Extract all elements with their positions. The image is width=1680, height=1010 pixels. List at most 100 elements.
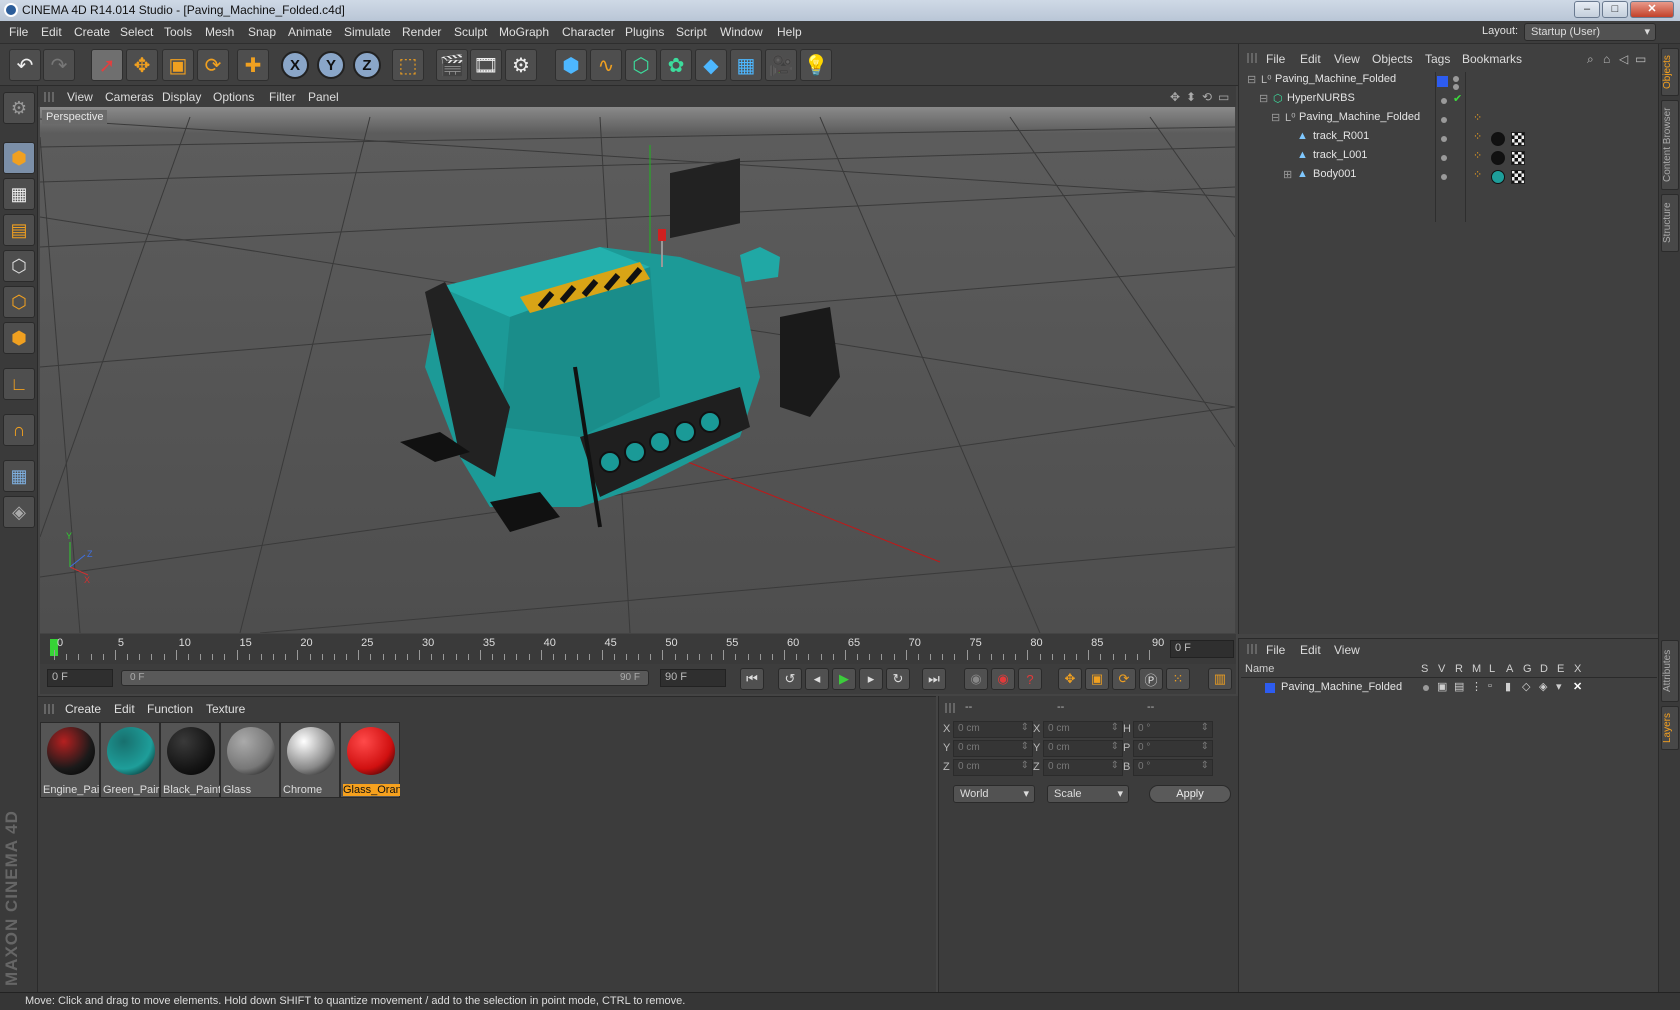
editor-visibility-dot[interactable] xyxy=(1441,98,1447,104)
editor-visibility-dot[interactable] xyxy=(1453,76,1459,82)
material-swatch[interactable]: Glass_Oran xyxy=(340,722,400,798)
axis-x-lock-button[interactable]: X xyxy=(281,51,309,79)
layer-color-swatch[interactable] xyxy=(1265,683,1275,693)
menu-help[interactable]: Help xyxy=(777,25,802,39)
menu-mograph[interactable]: MoGraph xyxy=(499,25,549,39)
material-menu-function[interactable]: Function xyxy=(147,702,193,716)
collapse-icon[interactable]: ⊟ xyxy=(1259,92,1268,105)
objects-menu-file[interactable]: File xyxy=(1266,52,1285,66)
layer-color-swatch[interactable] xyxy=(1437,76,1448,87)
preview-range-slider[interactable]: 0 F 90 F xyxy=(121,670,649,686)
coordinate-system-icon[interactable]: ⬚ xyxy=(392,49,424,81)
home-icon[interactable]: ⌂ xyxy=(1603,52,1610,66)
layer-view-icon[interactable]: ▣ xyxy=(1437,680,1447,693)
snap-icon[interactable]: ▦ xyxy=(3,460,35,492)
apply-button[interactable]: Apply xyxy=(1149,785,1231,803)
previous-frame-icon[interactable]: ◂ xyxy=(805,668,829,690)
menu-snap[interactable]: Snap xyxy=(248,25,276,39)
phong-tag-icon[interactable]: ⁘ xyxy=(1473,149,1482,162)
key-scale-icon[interactable]: ▣ xyxy=(1085,668,1109,690)
array-icon[interactable]: ✿ xyxy=(660,49,692,81)
material-swatch[interactable]: Black_Paint xyxy=(160,722,220,798)
phong-tag-icon[interactable]: ⁘ xyxy=(1473,111,1482,124)
stepper-arrows-icon[interactable]: ⇕ xyxy=(1111,760,1119,771)
cube-object-icon[interactable]: ⬢ xyxy=(555,49,587,81)
tab-attributes[interactable]: Attributes xyxy=(1661,640,1679,702)
material-menu-texture[interactable]: Texture xyxy=(206,702,245,716)
undo-icon[interactable]: ↶ xyxy=(9,49,41,81)
phong-tag-icon[interactable]: ⁘ xyxy=(1473,168,1482,181)
perspective-viewport[interactable]: Y X Z Perspective xyxy=(40,107,1235,633)
object-row-group[interactable]: ⊟ L⁰ Paving_Machine_Folded ⁘ xyxy=(1241,111,1657,130)
model-mode-icon[interactable]: ⬢ xyxy=(3,142,35,174)
menu-select[interactable]: Select xyxy=(120,25,153,39)
scene-floor-icon[interactable]: ▦ xyxy=(730,49,762,81)
texture-mode-icon[interactable]: ▦ xyxy=(3,178,35,210)
timeline-ruler[interactable]: 0 5 10 15 20 25 30 35 40 45 50 55 60 65 70 75 80 85 90 0 F xyxy=(40,634,1236,664)
panel-menu-icon[interactable]: ▭ xyxy=(1635,52,1646,66)
tweak-mode-icon[interactable]: ∩ xyxy=(3,414,35,446)
collapse-icon[interactable]: ⊟ xyxy=(1247,73,1256,86)
layer-expressions-icon[interactable]: ▾ xyxy=(1556,680,1562,693)
end-frame-field[interactable]: 90 F xyxy=(660,669,726,687)
coord-value-field[interactable]: 0 cm ⇕ xyxy=(953,759,1033,776)
uvw-tag-icon[interactable] xyxy=(1511,170,1525,184)
maximize-button[interactable]: □ xyxy=(1602,1,1628,18)
layer-manager-icon[interactable]: ⋮ xyxy=(1471,680,1482,693)
key-parameter-icon[interactable]: Ⓟ xyxy=(1139,668,1163,690)
layers-menu-edit[interactable]: Edit xyxy=(1300,643,1321,657)
scale-tool-icon[interactable]: ▣ xyxy=(162,49,194,81)
coord-value-field[interactable]: 0 ° ⇕ xyxy=(1133,740,1213,757)
editor-visibility-dot[interactable] xyxy=(1441,174,1447,180)
object-row-hypernurbs[interactable]: ⊟ ⬡ HyperNURBS ✔ xyxy=(1241,92,1657,111)
deformer-icon[interactable]: ◆ xyxy=(695,49,727,81)
layers-menu-view[interactable]: View xyxy=(1334,643,1360,657)
menu-character[interactable]: Character xyxy=(562,25,615,39)
search-icon[interactable]: ⌕ xyxy=(1587,52,1594,67)
close-button[interactable]: ✕ xyxy=(1630,1,1674,18)
render-settings-icon[interactable]: ⚙ xyxy=(505,49,537,81)
points-mode-icon[interactable]: ⬡ xyxy=(3,250,35,282)
menu-create[interactable]: Create xyxy=(74,25,110,39)
camera-icon[interactable]: 🎥 xyxy=(765,49,797,81)
tab-content-browser[interactable]: Content Browser xyxy=(1661,100,1679,190)
expand-icon[interactable]: ⊞ xyxy=(1283,168,1292,181)
tab-layers[interactable]: Layers xyxy=(1661,706,1679,750)
redo-icon[interactable]: ↷ xyxy=(43,49,75,81)
start-frame-field[interactable]: 0 F xyxy=(47,669,113,687)
key-position-icon[interactable]: ✥ xyxy=(1058,668,1082,690)
layer-generators-icon[interactable]: ◇ xyxy=(1522,680,1530,693)
coord-value-field[interactable]: 0 ° ⇕ xyxy=(1133,759,1213,776)
material-menu-create[interactable]: Create xyxy=(65,702,101,716)
tab-objects[interactable]: Objects xyxy=(1661,48,1679,96)
stepper-arrows-icon[interactable]: ⇕ xyxy=(1021,760,1029,771)
menu-render[interactable]: Render xyxy=(402,25,441,39)
coord-scale-select[interactable]: Scale ▾ xyxy=(1047,785,1129,803)
editor-visibility-dot[interactable] xyxy=(1441,136,1447,142)
coord-mode-select[interactable]: World ▾ xyxy=(953,785,1035,803)
layer-lock-icon[interactable]: ▫ xyxy=(1488,680,1492,692)
axis-mode-icon[interactable]: ∟ xyxy=(3,368,35,400)
material-swatch[interactable]: Chrome xyxy=(280,722,340,798)
stepper-arrows-icon[interactable]: ⇕ xyxy=(1201,741,1209,752)
play-icon[interactable]: ▶ xyxy=(832,668,856,690)
menu-simulate[interactable]: Simulate xyxy=(344,25,391,39)
render-view-icon[interactable]: 🎬 xyxy=(436,49,468,81)
coord-value-field[interactable]: 0 cm ⇕ xyxy=(1043,740,1123,757)
move-tool-icon[interactable]: ✥ xyxy=(126,49,158,81)
render-visibility-dot[interactable] xyxy=(1453,84,1459,90)
coord-value-field[interactable]: 0 cm ⇕ xyxy=(1043,721,1123,738)
next-frame-icon[interactable]: ▸ xyxy=(859,668,883,690)
light-icon[interactable]: 💡 xyxy=(800,49,832,81)
viewport-menu-filter[interactable]: Filter xyxy=(269,90,296,104)
layers-menu-file[interactable]: File xyxy=(1266,643,1285,657)
layout-select[interactable]: Startup (User) ▾ xyxy=(1524,23,1656,41)
layer-xref-icon[interactable]: ✕ xyxy=(1573,680,1582,693)
collapse-icon[interactable]: ⊟ xyxy=(1271,111,1280,124)
stepper-arrows-icon[interactable]: ⇕ xyxy=(1201,760,1209,771)
stepper-arrows-icon[interactable]: ⇕ xyxy=(1021,741,1029,752)
viewport-maximize-icon[interactable]: ▭ xyxy=(1218,90,1229,104)
workplane-mode-icon[interactable]: ▤ xyxy=(3,214,35,246)
go-to-end-icon[interactable]: ⏭ xyxy=(922,668,946,690)
rotate-tool-icon[interactable]: ⟳ xyxy=(197,49,229,81)
